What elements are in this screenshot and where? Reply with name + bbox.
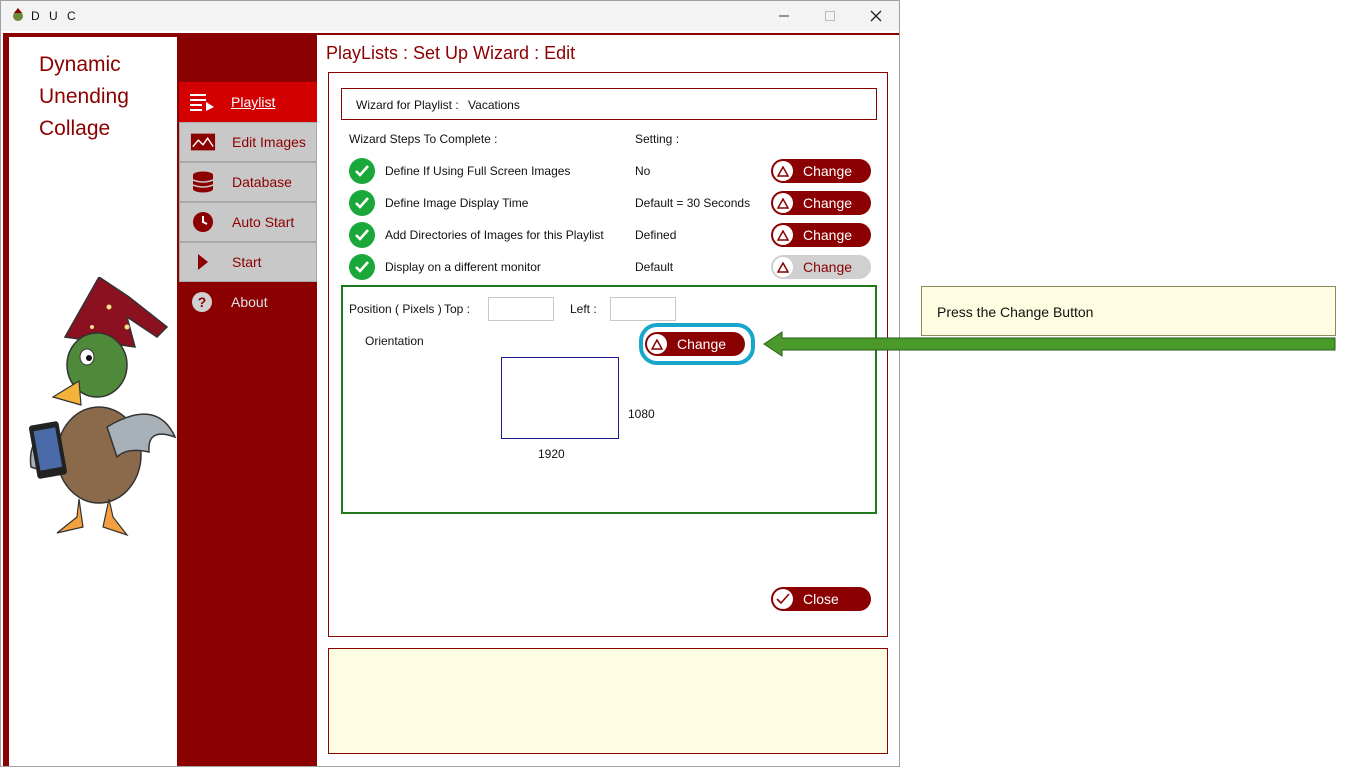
step-label: Define If Using Full Screen Images bbox=[385, 164, 571, 178]
orientation-change-button[interactable]: Change bbox=[645, 332, 745, 356]
duck-wizard-mascot bbox=[29, 277, 177, 537]
change-button-label: Change bbox=[803, 259, 853, 275]
change-button-label: Change bbox=[803, 163, 853, 179]
database-icon bbox=[190, 171, 216, 193]
playlist-icon bbox=[189, 91, 215, 113]
wizard-step: Define Image Display Time Default = 30 S… bbox=[349, 189, 879, 217]
logo-panel: Dynamic Unending Collage bbox=[9, 37, 177, 766]
wizard-step: Add Directories of Images for this Playl… bbox=[349, 221, 879, 249]
sidebar-item-start[interactable]: Start bbox=[179, 242, 317, 282]
wizard-step: Define If Using Full Screen Images No Ch… bbox=[349, 157, 879, 185]
screen-width: 1920 bbox=[538, 447, 565, 461]
step-setting: No bbox=[635, 164, 651, 178]
step-label: Define Image Display Time bbox=[385, 196, 529, 210]
step-setting: Defined bbox=[635, 228, 677, 242]
wizard-step: Display on a different monitor Default C… bbox=[349, 253, 879, 281]
triangle-icon bbox=[773, 225, 793, 245]
play-icon bbox=[190, 251, 216, 273]
change-button-disabled[interactable]: Change bbox=[771, 255, 871, 279]
playlist-name-field: Wizard for Playlist : Vacations bbox=[341, 88, 877, 120]
brand-line-1: Dynamic bbox=[39, 53, 121, 76]
sidebar-item-playlist[interactable]: Playlist bbox=[179, 82, 317, 122]
arrow-pointer bbox=[763, 331, 1336, 357]
sidebar-item-label: Start bbox=[232, 254, 262, 270]
step-setting: Default bbox=[635, 260, 674, 274]
minimize-button[interactable] bbox=[761, 1, 807, 31]
checkmark-icon bbox=[349, 158, 375, 184]
callout-text: Press the Change Button bbox=[937, 304, 1094, 320]
close-button[interactable]: Close bbox=[771, 587, 871, 611]
sidebar-nav: Playlist Edit Images Database Auto Start bbox=[179, 82, 317, 322]
sidebar-item-database[interactable]: Database bbox=[179, 162, 317, 202]
checkmark-icon bbox=[349, 254, 375, 280]
left-label: Left : bbox=[570, 302, 597, 316]
steps-header: Wizard Steps To Complete : bbox=[349, 132, 498, 146]
orientation-label: Orientation bbox=[365, 334, 424, 348]
monitor-settings-panel: Position ( Pixels ) Top : Left : Orienta… bbox=[341, 285, 877, 514]
app-window: D U C Dynamic Unending Collage Playlist … bbox=[0, 0, 900, 767]
checkmark-icon bbox=[349, 190, 375, 216]
message-area bbox=[328, 648, 888, 754]
clock-icon bbox=[190, 211, 216, 233]
close-icon bbox=[870, 10, 882, 22]
sidebar-item-auto-start[interactable]: Auto Start bbox=[179, 202, 317, 242]
setting-header: Setting : bbox=[635, 132, 680, 146]
image-icon bbox=[190, 131, 216, 153]
screen-preview bbox=[501, 357, 619, 439]
close-window-button[interactable] bbox=[853, 1, 899, 31]
sidebar-item-about[interactable]: ? About bbox=[179, 282, 317, 322]
sidebar-item-label: Playlist bbox=[231, 94, 276, 110]
main-content: PlayLists : Set Up Wizard : Edit Wizard … bbox=[317, 35, 899, 766]
help-icon: ? bbox=[189, 291, 215, 313]
title-bar: D U C bbox=[1, 1, 899, 31]
page-title: PlayLists : Set Up Wizard : Edit bbox=[326, 43, 576, 63]
triangle-icon bbox=[647, 334, 667, 354]
svg-text:?: ? bbox=[198, 294, 207, 310]
sidebar-item-label: Auto Start bbox=[232, 214, 295, 230]
change-button-label: Change bbox=[803, 195, 853, 211]
left-position-input[interactable] bbox=[610, 297, 676, 321]
triangle-icon bbox=[773, 161, 793, 181]
sidebar-item-edit-images[interactable]: Edit Images bbox=[179, 122, 317, 162]
brand-text: Dynamic Unending Collage bbox=[39, 49, 129, 145]
playlist-label: Wizard for Playlist : bbox=[356, 98, 459, 112]
checkmark-icon bbox=[349, 222, 375, 248]
maximize-icon bbox=[825, 11, 835, 21]
screen-height: 1080 bbox=[628, 407, 655, 421]
sidebar-item-label: About bbox=[231, 294, 268, 310]
maximize-button[interactable] bbox=[807, 1, 853, 31]
change-button-label: Change bbox=[803, 227, 853, 243]
change-button[interactable]: Change bbox=[771, 159, 871, 183]
change-button-label: Change bbox=[677, 336, 727, 352]
step-setting: Default = 30 Seconds bbox=[635, 196, 751, 210]
app-logo-icon bbox=[13, 8, 23, 21]
minimize-icon bbox=[779, 15, 789, 17]
triangle-icon bbox=[773, 193, 793, 213]
sidebar-item-label: Database bbox=[232, 174, 292, 190]
close-button-label: Close bbox=[803, 591, 839, 607]
playlist-name: Vacations bbox=[468, 98, 520, 112]
brand-line-3: Collage bbox=[39, 117, 111, 140]
step-label: Add Directories of Images for this Playl… bbox=[385, 228, 604, 242]
sidebar-item-label: Edit Images bbox=[232, 134, 306, 150]
top-position-input[interactable] bbox=[488, 297, 554, 321]
brand-line-2: Unending bbox=[39, 85, 129, 108]
change-button[interactable]: Change bbox=[771, 223, 871, 247]
checkmark-icon bbox=[773, 589, 793, 609]
position-label: Position ( Pixels ) bbox=[349, 302, 442, 316]
step-label: Display on a different monitor bbox=[385, 260, 541, 274]
triangle-icon bbox=[773, 257, 793, 277]
window-title: D U C bbox=[31, 9, 79, 23]
top-label: Top : bbox=[444, 302, 471, 316]
change-button[interactable]: Change bbox=[771, 191, 871, 215]
